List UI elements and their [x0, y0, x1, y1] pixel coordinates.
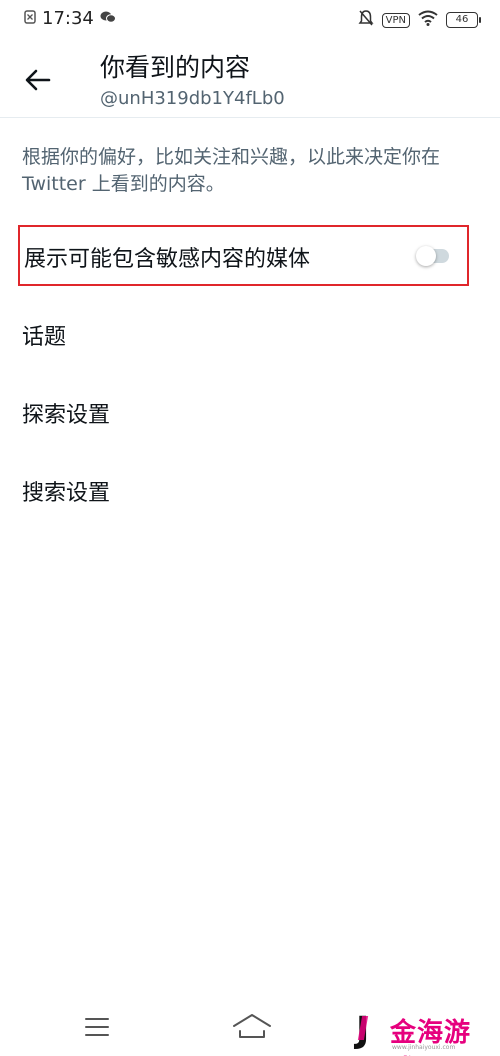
back-button[interactable] — [18, 60, 58, 100]
page-description: 根据你的偏好，比如关注和兴趣，以此来决定你在 Twitter 上看到的内容。 — [22, 146, 441, 195]
topics-menu-item[interactable]: 话题 — [22, 319, 66, 351]
wifi-icon — [418, 10, 438, 30]
battery-indicator: 46 — [446, 12, 481, 28]
account-handle: @unH319db1Y4fLb0 — [100, 88, 285, 109]
home-icon — [233, 1014, 271, 1038]
status-bar-left: 17:34 — [24, 8, 116, 29]
watermark-url: www.jinhaiyouxi.com — [392, 1044, 456, 1051]
home-nav-button[interactable] — [230, 1010, 274, 1042]
page-title: 你看到的内容 — [100, 53, 251, 82]
watermark-logo: J 金海游戏 www.jinhaiyouxi.com — [356, 1010, 496, 1056]
arrow-left-icon — [25, 69, 51, 91]
status-bar-right: VPN 46 — [358, 9, 481, 31]
toggle-thumb — [416, 246, 436, 266]
menu-nav-button[interactable] — [84, 1016, 110, 1038]
watermark-j-logo-icon: J — [356, 1010, 370, 1051]
notification-off-icon — [24, 9, 36, 28]
page-header: 你看到的内容 @unH319db1Y4fLb0 — [0, 38, 500, 118]
silent-bell-icon — [358, 9, 374, 31]
status-time: 17:34 — [42, 8, 94, 29]
wechat-icon — [100, 9, 116, 28]
sensitive-media-label: 展示可能包含敏感内容的媒体 — [24, 247, 311, 272]
search-settings-menu-item[interactable]: 搜索设置 — [22, 475, 110, 507]
sensitive-media-setting-row[interactable]: 展示可能包含敏感内容的媒体 — [18, 225, 469, 286]
status-bar: 17:34 VPN 46 — [0, 0, 500, 38]
explore-settings-menu-item[interactable]: 探索设置 — [22, 397, 110, 429]
vpn-badge: VPN — [381, 12, 410, 28]
hamburger-menu-icon — [85, 1018, 109, 1036]
sensitive-media-toggle[interactable] — [416, 246, 449, 266]
